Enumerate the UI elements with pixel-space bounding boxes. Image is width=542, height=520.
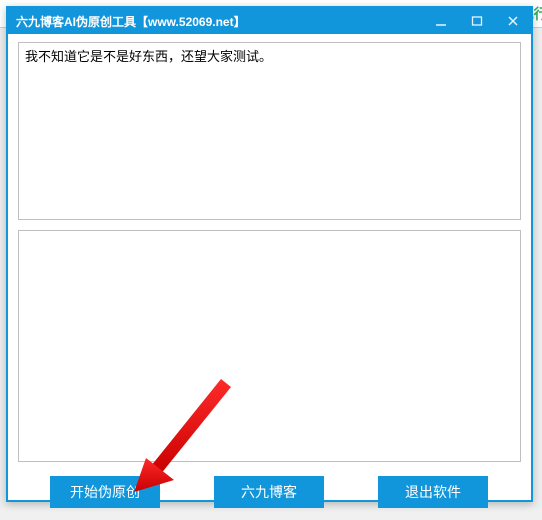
maximize-button[interactable] [459,8,495,34]
start-button[interactable]: 开始伪原创 [50,476,160,508]
minimize-button[interactable] [423,8,459,34]
app-window: 六九博客AI伪原创工具【www.52069.net】 开始伪原创 六九 [6,6,533,502]
close-button[interactable] [495,8,531,34]
client-area: 开始伪原创 六九博客 退出软件 [8,34,531,520]
titlebar: 六九博客AI伪原创工具【www.52069.net】 [8,8,531,34]
window-title: 六九博客AI伪原创工具【www.52069.net】 [16,13,423,30]
input-textarea[interactable] [18,42,521,220]
output-textarea[interactable] [18,230,521,462]
button-row: 开始伪原创 六九博客 退出软件 [18,472,521,510]
exit-button[interactable]: 退出软件 [378,476,488,508]
blog-button[interactable]: 六九博客 [214,476,324,508]
